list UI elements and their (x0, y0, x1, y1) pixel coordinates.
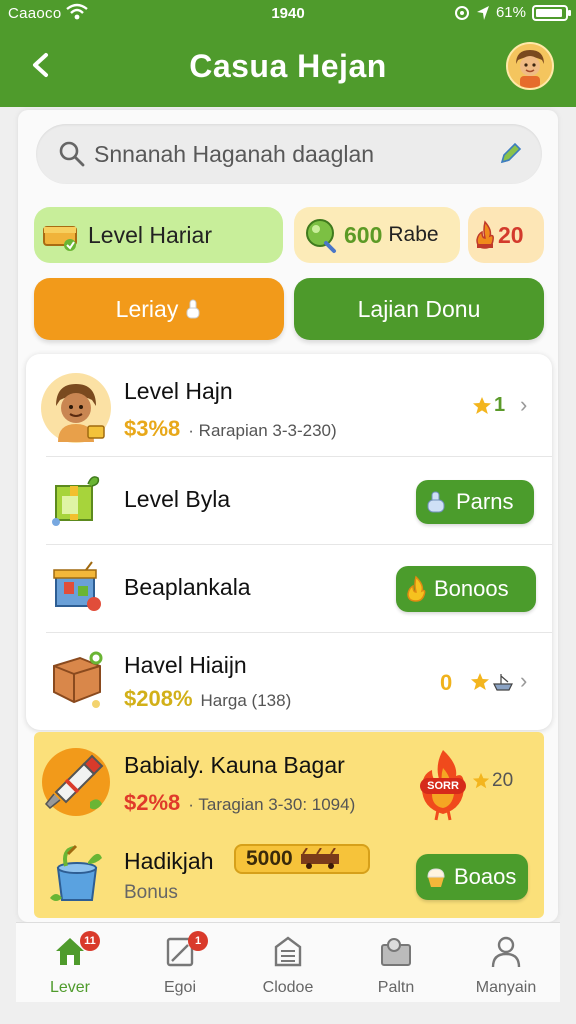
list-item-action-button[interactable]: Parns (416, 480, 534, 524)
ship-icon (493, 674, 513, 691)
search-input[interactable] (94, 134, 494, 174)
profile-card-icon (381, 938, 411, 966)
user-icon (491, 936, 521, 968)
star-icon (472, 772, 490, 789)
flame-small-icon (407, 575, 426, 602)
promo-detail: · Taragian 3-30: 1094) (188, 795, 356, 814)
divider (46, 544, 552, 545)
list-item-button-label: Parns (456, 489, 514, 514)
list-item[interactable]: Level Byla Parns (26, 458, 552, 546)
primary-action-label: Leriay (115, 295, 179, 322)
battery-icon (532, 4, 571, 21)
wagon-icon (300, 848, 339, 869)
list-item-meta: $3%8 · Rarapian 3-3-230) (124, 416, 337, 442)
tab-label: Egoi (163, 979, 197, 996)
treasure-chest-icon (43, 226, 77, 251)
toy-box-icon (53, 561, 101, 611)
list-item[interactable]: Level Hajn $3%8 · Rarapian 3-3-230) 1 › (26, 354, 552, 454)
primary-action-button[interactable]: Leriay (34, 278, 284, 340)
bonus-button-label: Boaos (454, 864, 517, 889)
building-icon (274, 936, 302, 967)
tab-badge: 11 (80, 931, 100, 951)
promo-card[interactable]: Babialy. Kauna Bagar $2%8 · Taragian 3-30… (34, 732, 544, 918)
search-icon (59, 141, 85, 167)
coins-pill[interactable]: 600 Rabe (294, 207, 460, 263)
tab-manyain[interactable]: Manyain (452, 923, 560, 1003)
divider (46, 632, 552, 633)
bonus-sub: Bonus (124, 882, 178, 903)
tab-egoi[interactable]: 1 Egoi (126, 923, 234, 1003)
list-item-price: $3%8 (124, 416, 181, 441)
bonus-amount-tag: 5000 (234, 844, 370, 874)
list-item-action-button[interactable]: Bonoos (396, 566, 536, 612)
divider (46, 456, 552, 457)
secondary-action-label: Lajian Donu (357, 295, 481, 322)
tab-label: Paltn (377, 979, 415, 996)
list-item-name: Level Hajn (124, 378, 233, 404)
list-item-price: $208% (124, 686, 193, 711)
list-item-name: Beaplankala (124, 574, 251, 600)
item-list: Level Hajn $3%8 · Rarapian 3-3-230) 1 › L… (26, 354, 552, 730)
profile-avatar[interactable] (506, 42, 554, 90)
list-item-count: 0 (440, 670, 453, 695)
tab-paltn[interactable]: Paltn (342, 923, 450, 1003)
tab-label: Manyain (475, 979, 537, 996)
promo-price: $2%8 (124, 790, 181, 815)
streak-pill[interactable]: 20 (468, 207, 544, 263)
chevron-right-icon: › (520, 668, 528, 693)
character-avatar-icon (41, 373, 111, 443)
tab-label: Clodoe (262, 979, 314, 996)
wrench-bottle-icon (42, 748, 110, 816)
level-label: Level Hariar (88, 221, 212, 248)
coins-value: 600 (344, 221, 383, 248)
hand-pointer-icon (186, 299, 200, 319)
streak-value: 20 (498, 221, 524, 248)
gift-box-green-icon (52, 476, 100, 526)
avatar-face-icon (508, 44, 552, 88)
list-item-detail: · Rarapian 3-3-230) (188, 421, 337, 440)
alarm-icon (454, 5, 469, 20)
list-item-name: Havel Hiaijn (124, 652, 247, 678)
location-icon (476, 5, 489, 20)
promo-rating: 20 (492, 770, 514, 791)
tab-badge: 1 (188, 931, 208, 951)
page-title: Casua Hejan (189, 48, 387, 84)
list-item-detail: Harga (138) (200, 691, 292, 710)
search-bar (36, 124, 542, 184)
level-pill[interactable]: Level Hariar (34, 207, 283, 263)
list-item-button-label: Bonoos (434, 576, 509, 601)
status-right: 61% (454, 4, 571, 21)
green-orb-icon (306, 219, 336, 253)
chevron-right-icon: › (520, 392, 528, 417)
hand-tap-icon (427, 491, 445, 513)
wooden-crate-icon (53, 651, 103, 708)
cupcake-icon (427, 868, 445, 887)
coins-label: Rabe (388, 223, 439, 246)
status-bar: Caaoco 1940 61% (0, 0, 576, 28)
secondary-action-button[interactable]: Lajian Donu (294, 278, 544, 340)
app-screen: Caaoco 1940 61% Casua Hejan Snnanah Haga… (0, 0, 576, 1024)
star-icon (471, 673, 489, 690)
promo-badge: SORR (420, 778, 466, 794)
battery-percent: 61% (495, 4, 526, 21)
flame-icon (476, 220, 494, 249)
list-item-meta: $208% Harga (138) (124, 686, 291, 712)
top-app-bar: Caaoco 1940 61% Casua Hejan (0, 0, 576, 107)
list-item[interactable]: Beaplankala Bonoos (26, 546, 552, 634)
star-icon (473, 397, 491, 414)
bonus-claim-button[interactable]: Boaos (416, 854, 528, 900)
promo-title: Babialy. Kauna Bagar (124, 752, 345, 778)
bucket-plant-icon (50, 844, 102, 901)
edit-pencil-icon[interactable] (496, 140, 524, 168)
tab-label: Lever (49, 979, 91, 996)
tab-clodoe[interactable]: Clodoe (234, 923, 342, 1003)
list-item-rating: 1 (494, 394, 506, 416)
bottom-tab-bar: 11 Lever 1 Egoi Clodoe Paltn Manyain (16, 922, 560, 1002)
bonus-name: Hadikjah (124, 848, 214, 874)
tab-lever[interactable]: 11 Lever (16, 923, 124, 1003)
promo-meta: $2%8 · Taragian 3-30: 1094) (124, 790, 355, 816)
list-item-name: Level Byla (124, 486, 231, 512)
list-item[interactable]: Havel Hiaijn $208% Harga (138) 0 › (26, 634, 552, 730)
bonus-amount: 5000 (246, 847, 293, 870)
